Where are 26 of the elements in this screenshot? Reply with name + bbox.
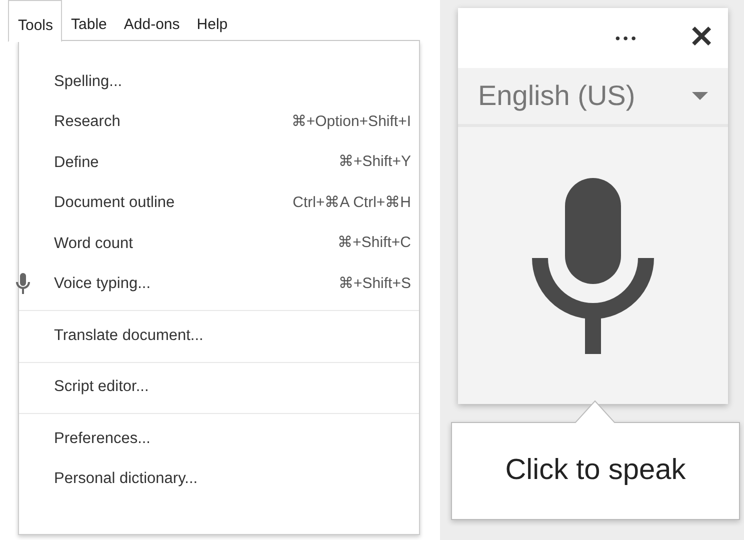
caret-icon	[692, 92, 708, 100]
menu-item[interactable]: Translate document...	[19, 315, 419, 356]
menu-item[interactable]: Define ⌘+Shift+Y	[19, 142, 419, 182]
menu-tab[interactable]: Table	[62, 0, 115, 41]
shortcut-text: Ctrl+⌘A Ctrl+⌘H	[292, 192, 411, 212]
menu-item[interactable]: Preferences...	[19, 418, 419, 458]
language-dropdown[interactable]: English (US)	[458, 68, 728, 127]
shortcut-text: ⌘+Shift+S	[338, 274, 411, 294]
shortcut-text: ⌘+Option+Shift+I	[291, 112, 411, 132]
microphone-icon	[16, 272, 30, 294]
menu-item[interactable]: Spelling...	[19, 61, 419, 102]
menu-item[interactable]: Personal dictionary...	[19, 458, 419, 499]
menu-tab[interactable]: Help	[188, 0, 236, 41]
menu-item[interactable]: Script editor...	[19, 366, 419, 407]
menu-item[interactable]: Research ⌘+Option+Shift+I	[19, 102, 419, 142]
close-button[interactable]: ✕	[689, 23, 714, 53]
shortcut-text: ⌘+Shift+Y	[338, 152, 411, 172]
shortcut-text: ⌘+Shift+C	[338, 233, 411, 253]
microphone-icon[interactable]	[532, 178, 654, 354]
menu-tab[interactable]: Add-ons	[114, 0, 188, 41]
menu-tab[interactable]: Tools	[8, 0, 62, 42]
tooltip: Click to speak	[451, 422, 740, 520]
menu-item[interactable]: Document outline Ctrl+⌘A Ctrl+⌘H	[19, 182, 419, 223]
menu-item[interactable]: Voice typing... ⌘+Shift+S	[19, 264, 419, 304]
menu-item[interactable]: Word count ⌘+Shift+C	[19, 223, 419, 264]
more-button[interactable]: •••	[615, 28, 639, 48]
